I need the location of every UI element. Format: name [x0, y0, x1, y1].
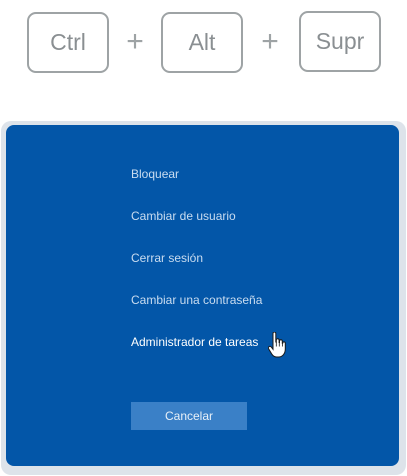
- hand-pointer-icon: [268, 332, 286, 358]
- security-options-screen: Bloquear Cambiar de usuario Cerrar sesió…: [6, 125, 399, 466]
- plus-sign: +: [261, 25, 279, 58]
- lock-option[interactable]: Bloquear: [131, 167, 179, 181]
- sign-out-option[interactable]: Cerrar sesión: [131, 251, 203, 265]
- ctrl-key: Ctrl: [27, 12, 109, 73]
- change-password-option[interactable]: Cambiar una contraseña: [131, 293, 262, 307]
- cancel-button[interactable]: Cancelar: [131, 402, 247, 430]
- plus-sign: +: [126, 25, 144, 58]
- supr-key: Supr: [299, 11, 381, 72]
- keyboard-shortcut: Ctrl + Alt + Supr: [0, 0, 407, 100]
- alt-key: Alt: [161, 12, 243, 73]
- switch-user-option[interactable]: Cambiar de usuario: [131, 209, 236, 223]
- task-manager-option[interactable]: Administrador de tareas: [131, 335, 258, 349]
